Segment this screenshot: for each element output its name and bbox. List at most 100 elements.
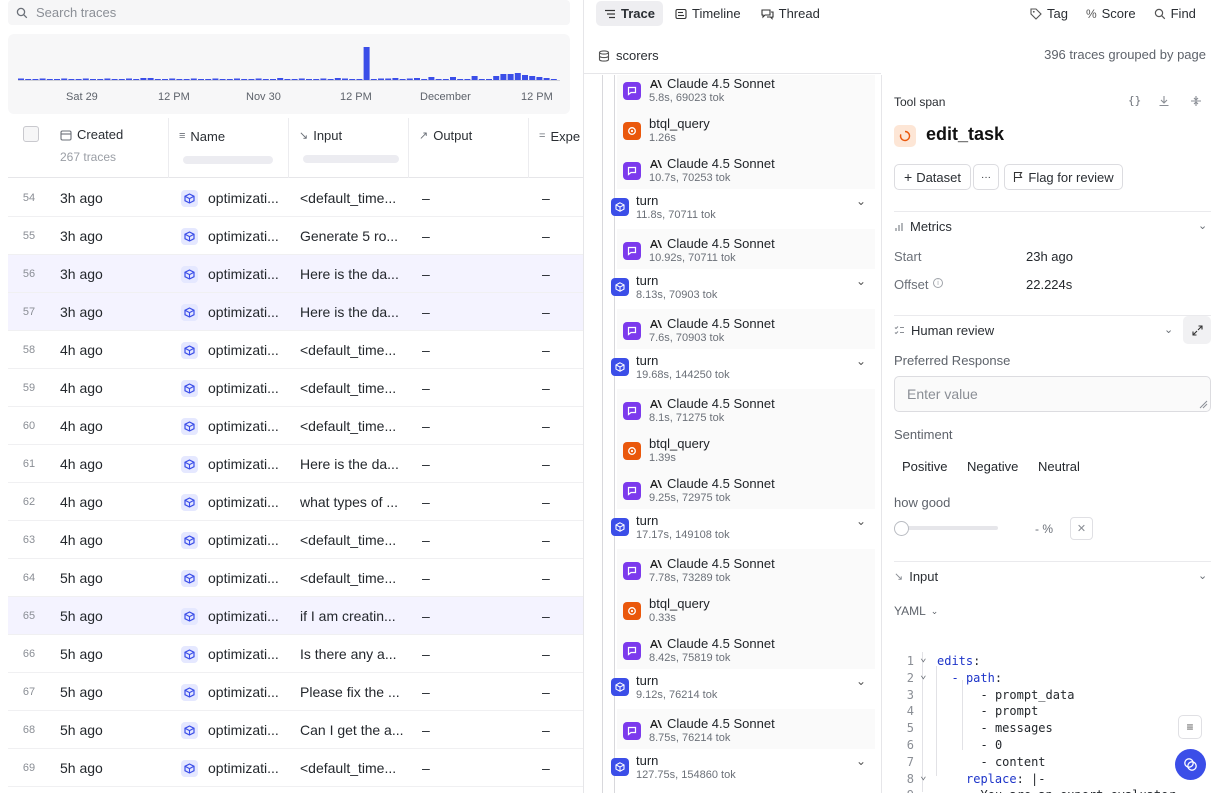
sentiment-negative[interactable]: Negative bbox=[967, 459, 1018, 474]
fold-chevron-icon[interactable]: ⌄ bbox=[920, 651, 927, 664]
resize-handle-icon[interactable] bbox=[1198, 399, 1208, 409]
column-input[interactable]: ↘ Input bbox=[289, 118, 409, 178]
span-turn[interactable]: turn 19.68s, 144250 tok ⌄ bbox=[584, 349, 881, 389]
row-input: Here is the da... bbox=[300, 265, 399, 282]
column-name[interactable]: ≡ Name bbox=[169, 118, 289, 178]
histogram-bar bbox=[147, 78, 154, 80]
sentiment-positive[interactable]: Positive bbox=[902, 459, 948, 474]
fold-chevron-icon[interactable]: ⌄ bbox=[920, 769, 927, 782]
span-llm[interactable]: Claude 4.5 Sonnet 9.25s, 72975 tok bbox=[584, 469, 881, 509]
table-row[interactable]: 55 3h ago optimizati... Generate 5 ro...… bbox=[8, 217, 583, 255]
expand-button[interactable] bbox=[1183, 316, 1211, 344]
tab-thread[interactable]: Thread bbox=[753, 1, 828, 26]
yaml-code-view[interactable]: 1 ⌄ edits: 2 ⌄ - path: 3 - prompt_data 4 - prompt… bbox=[882, 630, 1219, 793]
assistant-chat-button[interactable] bbox=[1175, 749, 1206, 780]
table-row[interactable]: 64 5h ago optimizati... <default_time...… bbox=[8, 559, 583, 597]
yaml-value: - prompt_data bbox=[980, 687, 1075, 702]
chevron-down-icon[interactable]: ⌄ bbox=[856, 274, 866, 288]
chevron-down-icon[interactable]: ⌄ bbox=[1198, 219, 1207, 232]
clear-score-button[interactable]: ✕ bbox=[1070, 517, 1093, 540]
chevron-down-icon[interactable]: ⌄ bbox=[856, 514, 866, 528]
span-llm[interactable]: Claude 4.5 Sonnet 8.1s, 71275 tok bbox=[584, 389, 881, 429]
search-box[interactable] bbox=[8, 0, 570, 25]
span-tool[interactable]: btql_query 1.26s bbox=[584, 109, 881, 149]
span-turn[interactable]: turn 9.12s, 76214 tok ⌄ bbox=[584, 669, 881, 709]
score-button[interactable]: % Score bbox=[1086, 6, 1136, 21]
table-row[interactable]: 58 4h ago optimizati... <default_time...… bbox=[8, 331, 583, 369]
table-row[interactable]: 56 3h ago optimizati... Here is the da..… bbox=[8, 255, 583, 293]
column-output[interactable]: ↗ Output bbox=[409, 118, 529, 178]
table-row[interactable]: 65 5h ago optimizati... if I am creatin.… bbox=[8, 597, 583, 635]
span-turn[interactable]: turn 11.8s, 70711 tok ⌄ bbox=[584, 189, 881, 229]
sentiment-neutral[interactable]: Neutral bbox=[1038, 459, 1080, 474]
histogram-bar bbox=[543, 78, 550, 80]
more-button[interactable]: ··· bbox=[973, 164, 999, 190]
span-title: Claude 4.5 Sonnet bbox=[649, 716, 775, 731]
input-header[interactable]: ↘ Input bbox=[894, 569, 938, 584]
chevron-down-icon[interactable]: ⌄ bbox=[856, 754, 866, 768]
anthropic-icon bbox=[650, 319, 662, 328]
column-created[interactable]: Created 267 traces bbox=[50, 118, 169, 178]
search-icon bbox=[1154, 8, 1165, 19]
span-llm[interactable]: Claude 4.5 Sonnet 10.92s, 70711 tok bbox=[584, 229, 881, 269]
tag-button[interactable]: Tag bbox=[1030, 6, 1068, 21]
select-all-checkbox[interactable] bbox=[23, 126, 39, 142]
header-actions: Tag % Score Find bbox=[1030, 0, 1196, 27]
chevron-down-icon[interactable]: ⌄ bbox=[1198, 569, 1207, 582]
table-row[interactable]: 59 4h ago optimizati... <default_time...… bbox=[8, 369, 583, 407]
trace-histogram[interactable]: Sat 29 12 PM Nov 30 12 PM December 12 PM bbox=[8, 34, 570, 114]
metrics-header[interactable]: Metrics bbox=[894, 219, 952, 234]
span-llm[interactable]: Claude 4.5 Sonnet 10.7s, 70253 tok bbox=[584, 149, 881, 189]
fold-chevron-icon[interactable]: ⌄ bbox=[920, 668, 927, 681]
span-meta: 10.92s, 70711 tok bbox=[649, 252, 736, 264]
table-row[interactable]: 63 4h ago optimizati... <default_time...… bbox=[8, 521, 583, 559]
table-row[interactable]: 69 5h ago optimizati... <default_time...… bbox=[8, 749, 583, 787]
chevron-down-icon[interactable]: ⌄ bbox=[856, 354, 866, 368]
span-llm[interactable]: Claude 4.5 Sonnet 8.75s, 76214 tok bbox=[584, 709, 881, 749]
format-selector[interactable]: YAML ⌄ bbox=[894, 604, 938, 618]
row-input: <default_time... bbox=[300, 341, 397, 358]
find-button[interactable]: Find bbox=[1154, 6, 1196, 21]
span-llm[interactable]: Claude 4.5 Sonnet 8.42s, 75819 tok bbox=[584, 629, 881, 669]
table-row[interactable]: 67 5h ago optimizati... Please fix the .… bbox=[8, 673, 583, 711]
chevron-down-icon[interactable]: ⌄ bbox=[856, 674, 866, 688]
human-review-header[interactable]: Human review bbox=[894, 323, 994, 338]
row-input: <default_time... bbox=[300, 759, 397, 776]
dataset-button[interactable]: + Dataset bbox=[894, 164, 971, 190]
collapse-icon[interactable] bbox=[1190, 95, 1202, 107]
span-meta: 127.75s, 154860 tok bbox=[636, 769, 736, 781]
span-turn[interactable]: turn 17.17s, 149108 tok ⌄ bbox=[584, 509, 881, 549]
flag-for-review-button[interactable]: Flag for review bbox=[1004, 164, 1123, 190]
preferred-response-field[interactable]: Enter value bbox=[894, 376, 1211, 412]
code-line: - messages bbox=[981, 721, 1053, 735]
table-row[interactable]: 57 3h ago optimizati... Here is the da..… bbox=[8, 293, 583, 331]
code-menu-button[interactable]: ≡ bbox=[1178, 715, 1202, 739]
span-tool[interactable]: btql_query 1.39s bbox=[584, 429, 881, 469]
tab-trace[interactable]: Trace bbox=[596, 1, 663, 26]
table-row[interactable]: 68 5h ago optimizati... Can I get the a.… bbox=[8, 711, 583, 749]
span-llm[interactable]: Claude 4.5 Sonnet 5.8s, 69023 tok bbox=[584, 75, 881, 109]
span-tool[interactable]: btql_query 0.33s bbox=[584, 589, 881, 629]
chevron-down-icon[interactable]: ⌄ bbox=[856, 194, 866, 208]
table-row[interactable]: 61 4h ago optimizati... Here is the da..… bbox=[8, 445, 583, 483]
download-icon[interactable] bbox=[1158, 95, 1170, 107]
row-output: – bbox=[422, 417, 430, 434]
table-row[interactable]: 66 5h ago optimizati... Is there any a..… bbox=[8, 635, 583, 673]
search-input[interactable] bbox=[36, 5, 536, 20]
output-icon: ↗ bbox=[419, 130, 429, 142]
span-llm[interactable]: Claude 4.5 Sonnet 7.78s, 73289 tok bbox=[584, 549, 881, 589]
table-row[interactable]: 60 4h ago optimizati... <default_time...… bbox=[8, 407, 583, 445]
tab-timeline[interactable]: Timeline bbox=[667, 1, 749, 26]
column-input-label: Input bbox=[313, 128, 343, 143]
column-expected[interactable]: = Expe bbox=[529, 118, 583, 178]
span-llm[interactable]: Claude 4.5 Sonnet 7.6s, 70903 tok bbox=[584, 309, 881, 349]
chevron-down-icon[interactable]: ⌄ bbox=[1164, 323, 1173, 336]
span-turn[interactable]: turn 127.75s, 154860 tok ⌄ bbox=[584, 749, 881, 789]
slider-thumb[interactable] bbox=[894, 521, 909, 536]
braces-icon[interactable]: {} bbox=[1128, 94, 1141, 107]
line-number: 5 bbox=[906, 721, 914, 736]
span-turn[interactable]: turn 8.13s, 70903 tok ⌄ bbox=[584, 269, 881, 309]
table-row[interactable]: 62 4h ago optimizati... what types of ..… bbox=[8, 483, 583, 521]
how-good-slider[interactable] bbox=[894, 521, 998, 536]
table-row[interactable]: 54 3h ago optimizati... <default_time...… bbox=[8, 179, 583, 217]
